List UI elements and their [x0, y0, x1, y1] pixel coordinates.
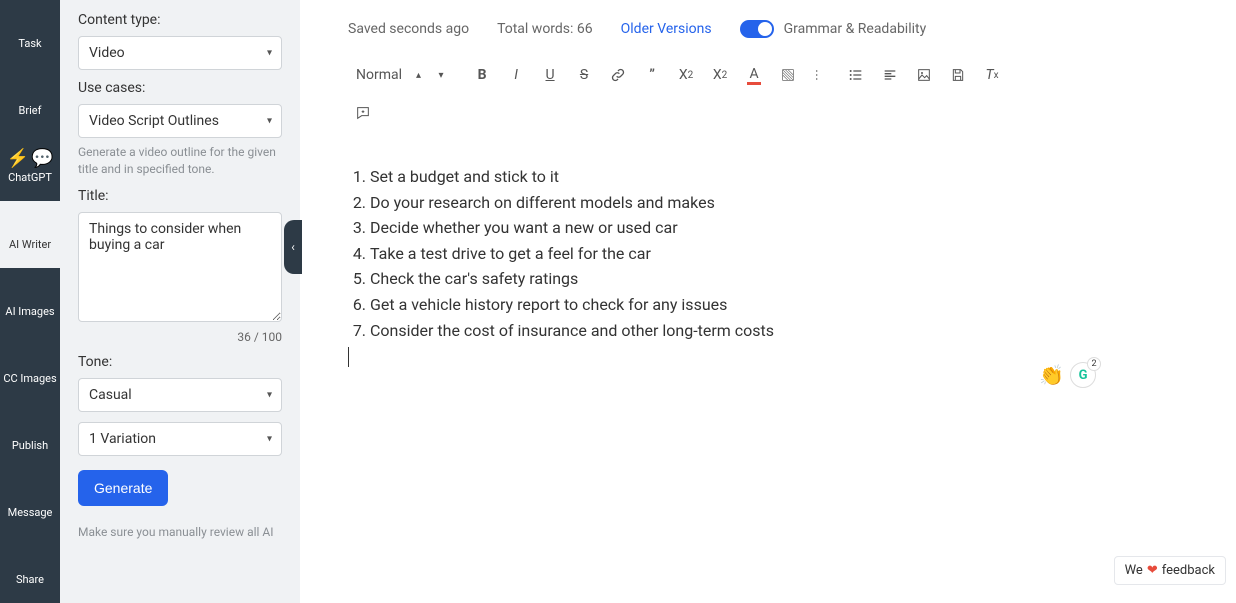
nav-share[interactable]: Share	[0, 536, 60, 603]
nav-label: AI Images	[5, 306, 54, 318]
underline-button[interactable]: U	[535, 60, 565, 90]
nav-cc-images[interactable]: cc CC Images	[0, 335, 60, 402]
use-cases-label: Use cases:	[78, 80, 282, 96]
subscript-button[interactable]: X2	[671, 60, 701, 90]
nav-chatgpt[interactable]: ⚡💬 ChatGPT	[0, 134, 60, 201]
quote-button[interactable]: ”	[637, 60, 667, 90]
editor-area: ‹ Saved seconds ago Total words: 66 Olde…	[300, 0, 1236, 603]
nav-message[interactable]: Message	[0, 469, 60, 536]
list-item: Get a vehicle history report to check fo…	[370, 292, 1056, 318]
nav-publish[interactable]: Publish	[0, 402, 60, 469]
align-button[interactable]	[875, 60, 905, 90]
list-item: Check the car's safety ratings	[370, 266, 1056, 292]
editor-toolbar: Normal▴ ▾ B I U S ” X2 X2 A Tx	[342, 60, 1206, 128]
editor-content[interactable]: Set a budget and stick to it Do your res…	[342, 164, 1206, 367]
nav-rail: Task Brief ⚡💬 ChatGPT AI Writer AI Image…	[0, 0, 60, 603]
older-versions-link[interactable]: Older Versions	[621, 21, 712, 37]
strike-button[interactable]: S	[569, 60, 599, 90]
feedback-button[interactable]: We ❤ feedback	[1114, 556, 1226, 585]
generate-button[interactable]: Generate	[78, 470, 168, 506]
title-textarea[interactable]: Things to consider when buying a car	[78, 212, 282, 322]
review-note: Make sure you manually review all AI	[78, 524, 282, 541]
nav-task[interactable]: Task	[0, 0, 60, 67]
content-type-select[interactable]: Video	[78, 36, 282, 70]
text-cursor	[348, 347, 349, 367]
tone-select[interactable]: Casual	[78, 378, 282, 412]
nav-brief[interactable]: Brief	[0, 67, 60, 134]
collapse-panel-button[interactable]: ‹	[284, 220, 302, 274]
clap-icon[interactable]: 👏	[1039, 363, 1064, 387]
grammarly-widget[interactable]: G 2	[1070, 362, 1096, 388]
tone-label: Tone:	[78, 354, 282, 370]
list-item: Set a budget and stick to it	[370, 164, 1056, 190]
nav-label: Message	[8, 507, 53, 519]
settings-panel: Content type: Video Use cases: Video Scr…	[60, 0, 300, 603]
nav-label: Task	[18, 38, 41, 50]
clear-format-button[interactable]: Tx	[977, 60, 1007, 90]
format-select[interactable]: Normal▴	[348, 60, 429, 90]
nav-label: Brief	[19, 105, 42, 117]
chatgpt-icon: ⚡💬	[7, 150, 54, 168]
link-button[interactable]	[603, 60, 633, 90]
list-item: Consider the cost of insurance and other…	[370, 318, 1056, 344]
title-counter: 36 / 100	[78, 330, 282, 344]
image-button[interactable]	[909, 60, 939, 90]
grammar-toggle[interactable]	[740, 20, 774, 38]
use-cases-hint: Generate a video outline for the given t…	[78, 144, 282, 178]
saved-status: Saved seconds ago	[348, 21, 469, 37]
editor-topbar: Saved seconds ago Total words: 66 Older …	[342, 20, 1206, 38]
superscript-button[interactable]: X2	[705, 60, 735, 90]
nav-ai-images[interactable]: AI Images	[0, 268, 60, 335]
content-list: Set a budget and stick to it Do your res…	[348, 164, 1056, 343]
nav-label: CC Images	[3, 373, 56, 385]
format-select-down[interactable]: ▾	[433, 60, 449, 90]
comment-button[interactable]	[348, 98, 378, 128]
list-item: Take a test drive to get a feel for the …	[370, 241, 1056, 267]
content-type-label: Content type:	[78, 12, 282, 28]
nav-ai-writer[interactable]: AI Writer	[0, 201, 60, 268]
grammarly-badge: 2	[1087, 357, 1101, 371]
ordered-list-button[interactable]	[807, 60, 837, 90]
unordered-list-button[interactable]	[841, 60, 871, 90]
heart-icon: ❤	[1147, 563, 1158, 578]
bold-button[interactable]: B	[467, 60, 497, 90]
italic-button[interactable]: I	[501, 60, 531, 90]
grammar-label: Grammar & Readability	[784, 21, 927, 37]
save-button[interactable]	[943, 60, 973, 90]
variations-select[interactable]: 1 Variation	[78, 422, 282, 456]
nav-label: Publish	[12, 440, 48, 452]
nav-label: AI Writer	[9, 239, 51, 251]
use-cases-select[interactable]: Video Script Outlines	[78, 104, 282, 138]
title-label: Title:	[78, 188, 282, 204]
nav-label: ChatGPT	[8, 172, 52, 184]
highlight-button[interactable]	[773, 60, 803, 90]
grammar-toggle-wrap: Grammar & Readability	[740, 20, 927, 38]
font-color-button[interactable]: A	[739, 60, 769, 90]
list-item: Decide whether you want a new or used ca…	[370, 215, 1056, 241]
list-item: Do your research on different models and…	[370, 190, 1056, 216]
floating-widgets: 👏 G 2	[1039, 362, 1096, 388]
word-count: Total words: 66	[497, 21, 593, 37]
nav-label: Share	[16, 574, 44, 586]
